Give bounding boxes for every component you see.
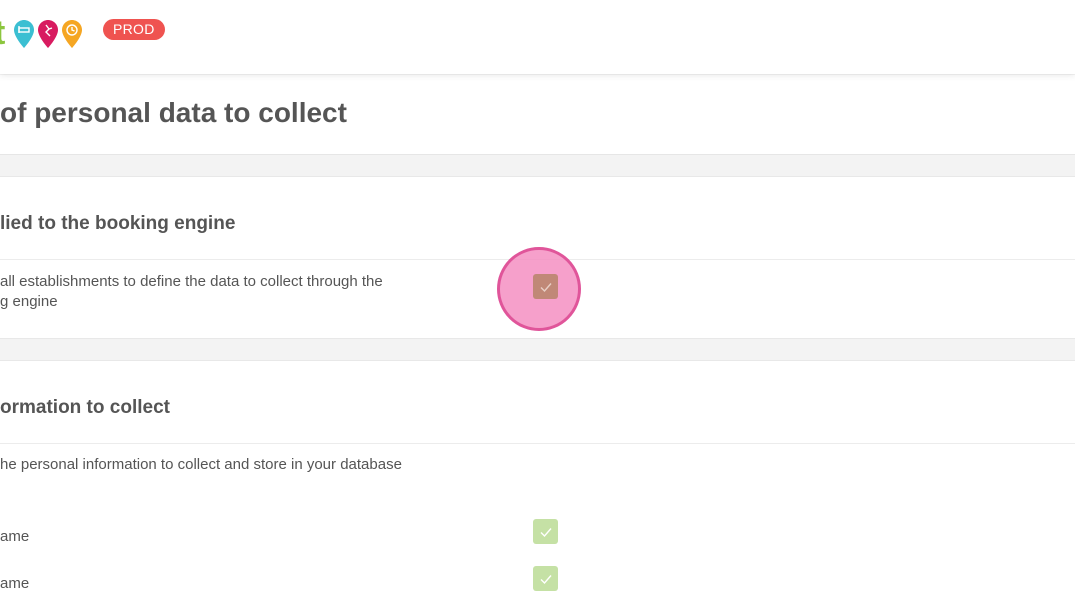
environment-badge: PROD <box>103 19 165 40</box>
page-header: of personal data to collect <box>0 75 1075 155</box>
field-checkbox[interactable] <box>533 566 558 591</box>
information-card-header: ormation to collect <box>0 361 1075 444</box>
checkmark-icon <box>540 282 552 292</box>
booking-engine-setting-label-line1: all establishments to define the data to… <box>0 273 383 290</box>
top-bar: t PROD <box>0 0 1075 74</box>
clock-pin-icon <box>62 20 82 48</box>
booking-engine-card-title: lied to the booking engine <box>0 213 236 234</box>
field-checkbox[interactable] <box>533 519 558 544</box>
field-label: ame <box>0 575 30 592</box>
activity-pin-icon <box>38 20 58 48</box>
bed-pin-icon <box>14 20 34 48</box>
field-label: ame <box>0 528 30 545</box>
information-card: ormation to collect he personal informat… <box>0 360 1075 600</box>
information-description: he personal information to collect and s… <box>0 456 402 473</box>
checkmark-icon <box>540 574 552 584</box>
booking-engine-setting-label-line2: g engine <box>0 293 58 310</box>
booking-engine-checkbox[interactable] <box>533 274 558 299</box>
app-logo[interactable]: t <box>0 13 5 53</box>
page-title: of personal data to collect <box>0 97 347 128</box>
checkmark-icon <box>540 527 552 537</box>
information-card-title: ormation to collect <box>0 397 170 418</box>
